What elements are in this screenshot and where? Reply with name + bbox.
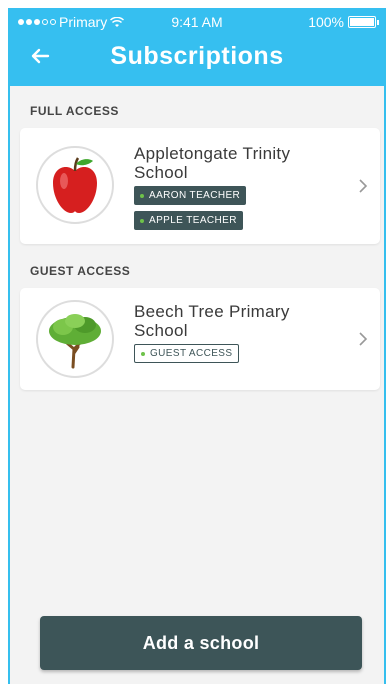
chevron-right-icon xyxy=(359,179,368,193)
school-card-beech-tree[interactable]: Beech Tree Primary School GUEST ACCESS xyxy=(20,288,380,390)
school-name: Beech Tree Primary School xyxy=(134,302,290,340)
app-screen: Primary 9:41 AM 100% Subscriptions FULL … xyxy=(8,8,386,684)
status-bar: Primary 9:41 AM 100% xyxy=(10,14,384,34)
back-arrow-icon[interactable] xyxy=(26,42,54,70)
battery-info: 100% xyxy=(308,14,379,30)
battery-percent: 100% xyxy=(308,14,344,30)
section-label-guest-access: GUEST ACCESS xyxy=(30,264,131,278)
battery-icon xyxy=(348,16,379,28)
guest-badge: GUEST ACCESS xyxy=(134,344,240,363)
role-badge: APPLE TEACHER xyxy=(134,211,243,230)
school-card-appletongate[interactable]: Appletongate Trinity School AARON TEACHE… xyxy=(20,128,380,244)
section-label-full-access: FULL ACCESS xyxy=(30,104,119,118)
role-badge: AARON TEACHER xyxy=(134,186,247,205)
school-name: Appletongate Trinity School xyxy=(134,144,291,182)
chevron-right-icon xyxy=(359,332,368,346)
add-school-button[interactable]: Add a school xyxy=(40,616,362,670)
nav-bar: Subscriptions xyxy=(10,38,384,80)
page-title: Subscriptions xyxy=(110,42,284,70)
badge-label: GUEST ACCESS xyxy=(150,348,233,359)
header-bar: Primary 9:41 AM 100% Subscriptions xyxy=(10,8,384,86)
tree-icon xyxy=(36,300,114,378)
badge-label: AARON TEACHER xyxy=(149,190,241,201)
apple-icon xyxy=(36,146,114,224)
badge-label: APPLE TEACHER xyxy=(149,215,237,226)
